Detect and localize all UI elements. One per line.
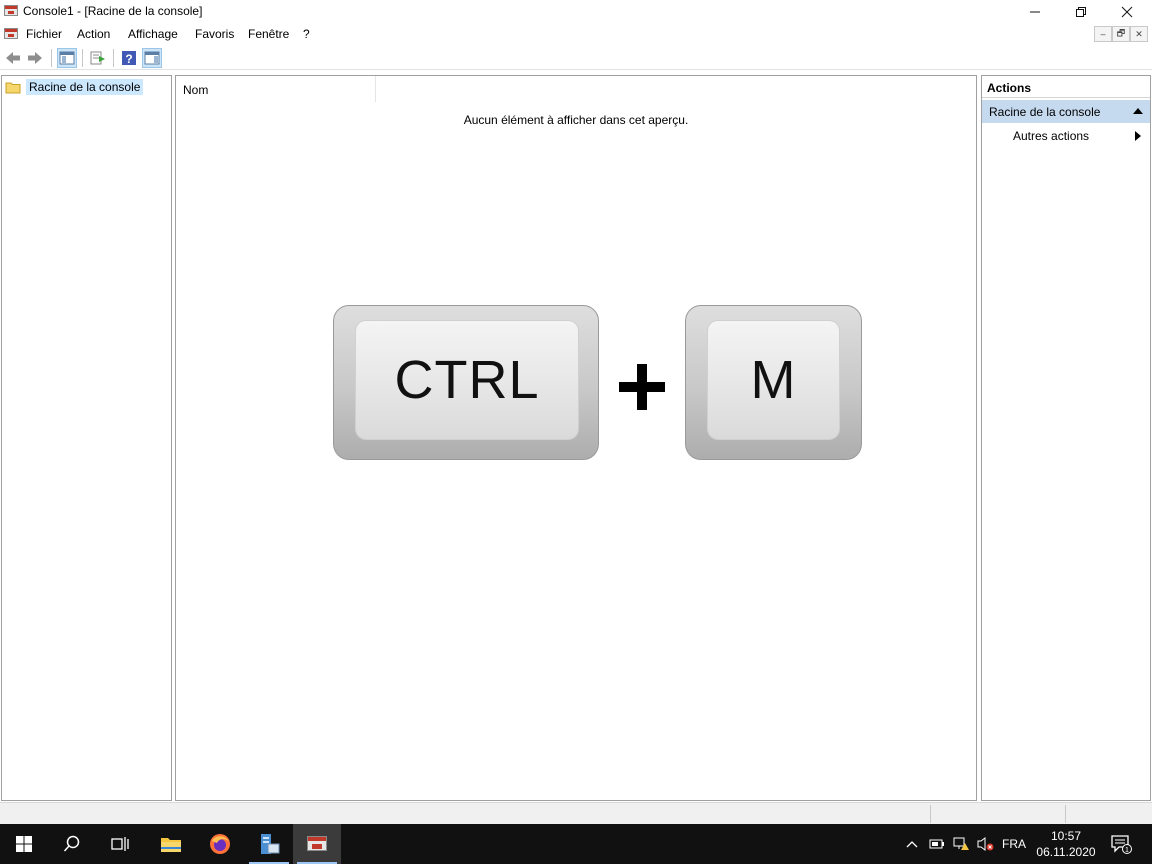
close-icon: [1121, 6, 1133, 17]
action-label: Autres actions: [1013, 129, 1090, 143]
mmc-app-icon[interactable]: [3, 3, 19, 19]
tree-item-console-root[interactable]: Racine de la console: [5, 78, 144, 96]
battery-icon: [929, 839, 944, 849]
chevron-up-icon: [906, 841, 918, 848]
actions-header: Actions: [982, 76, 1150, 98]
actions-group-label: Racine de la console: [989, 105, 1101, 119]
plus-icon: [617, 362, 667, 412]
clock-time: 10:57: [1050, 829, 1082, 843]
keyboard-shortcut-overlay: CTRL M: [333, 305, 863, 461]
network-warning-icon: [953, 837, 969, 850]
close-button[interactable]: [1104, 0, 1150, 23]
console-tree-pane: Racine de la console: [1, 75, 172, 801]
child-window-controls: – 🗗 ✕: [1094, 26, 1150, 42]
clock-date: 06.11.2020: [1036, 845, 1096, 859]
taskbar: FRA 10:57 06.11.2020 1: [0, 824, 1152, 864]
child-restore-button[interactable]: 🗗: [1112, 26, 1130, 42]
show-hide-tree-icon: [59, 51, 75, 65]
action-center-button[interactable]: 1: [1106, 824, 1136, 864]
show-hide-action-pane-button[interactable]: [142, 48, 162, 68]
search-icon: [63, 835, 80, 852]
mmc-console-icon: [307, 836, 327, 851]
toolbar-separator: [113, 49, 114, 67]
input-language-indicator[interactable]: FRA: [999, 824, 1029, 864]
menu-bar: Fichier Action Affichage Favoris Fenêtre…: [0, 23, 1152, 45]
status-separator: [1065, 805, 1066, 823]
notification-icon: 1: [1111, 835, 1132, 854]
windows-logo-icon: [16, 836, 32, 852]
minimize-icon: [1030, 11, 1040, 12]
volume-tray-button[interactable]: [974, 824, 996, 864]
collapse-up-icon[interactable]: [1133, 108, 1143, 114]
volume-muted-icon: [977, 837, 994, 851]
actions-header-label: Actions: [987, 81, 1032, 95]
child-minimize-button[interactable]: –: [1094, 26, 1112, 42]
column-header-label: Nom: [183, 83, 209, 97]
console-document-icon[interactable]: [3, 26, 19, 42]
column-header-nom[interactable]: Nom: [176, 76, 376, 102]
ctrl-key: CTRL: [333, 305, 599, 460]
title-bar[interactable]: Console1 - [Racine de la console]: [0, 0, 1152, 23]
help-icon: ?: [122, 51, 136, 66]
forward-arrow-icon: [28, 52, 42, 64]
back-arrow-icon: [6, 52, 20, 64]
show-hide-tree-button[interactable]: [57, 48, 77, 68]
m-key: M: [685, 305, 862, 460]
m-key-label: M: [708, 321, 839, 439]
action-more-actions[interactable]: Autres actions: [982, 124, 1150, 147]
restore-icon: [1076, 6, 1086, 17]
tree-item-label: Racine de la console: [26, 79, 144, 95]
window-title: Console1 - [Racine de la console]: [23, 4, 203, 18]
help-button[interactable]: ?: [119, 48, 139, 68]
menu-favoris[interactable]: Favoris: [193, 27, 236, 41]
empty-list-message: Aucun élément à afficher dans cet aperçu…: [463, 113, 689, 127]
task-view-icon: [111, 837, 129, 851]
actions-group-console-root[interactable]: Racine de la console: [982, 100, 1150, 123]
menu-action[interactable]: Action: [75, 27, 112, 41]
child-close-button[interactable]: ✕: [1130, 26, 1148, 42]
task-view-button[interactable]: [96, 824, 144, 864]
mmc-console-button[interactable]: [293, 824, 341, 864]
menu-affichage[interactable]: Affichage: [126, 27, 180, 41]
show-hide-action-pane-icon: [144, 51, 160, 65]
firefox-button[interactable]: [196, 824, 244, 864]
submenu-arrow-icon: [1135, 131, 1141, 141]
restore-button[interactable]: [1058, 0, 1104, 23]
server-manager-icon: [261, 834, 280, 854]
menu-help[interactable]: ?: [301, 27, 312, 41]
search-button[interactable]: [48, 824, 96, 864]
toolbar: ?: [0, 45, 1152, 70]
start-button[interactable]: [0, 824, 48, 864]
firefox-icon: [210, 834, 230, 854]
status-bar: [0, 802, 1152, 824]
battery-tray-button[interactable]: [926, 824, 948, 864]
file-explorer-button[interactable]: [147, 824, 195, 864]
server-manager-button[interactable]: [245, 824, 293, 864]
folder-icon: [5, 82, 21, 93]
status-separator: [930, 805, 931, 823]
export-list-button[interactable]: [88, 48, 108, 68]
toolbar-separator: [51, 49, 52, 67]
minimize-button[interactable]: [1012, 0, 1058, 23]
actions-pane: Actions Racine de la console Autres acti…: [981, 75, 1151, 801]
forward-button[interactable]: [25, 48, 45, 68]
notification-count: 1: [1125, 847, 1129, 854]
export-list-icon: [90, 51, 105, 65]
back-button[interactable]: [3, 48, 23, 68]
svg-text:?: ?: [125, 52, 132, 66]
file-explorer-icon: [161, 838, 181, 852]
toolbar-separator: [82, 49, 83, 67]
clock[interactable]: 10:57 06.11.2020: [1030, 828, 1102, 860]
result-pane: Nom Aucun élément à afficher dans cet ap…: [175, 75, 977, 801]
show-hidden-icons-button[interactable]: [902, 824, 922, 864]
menu-fenetre[interactable]: Fenêtre: [246, 27, 291, 41]
network-tray-button[interactable]: [950, 824, 972, 864]
menu-fichier[interactable]: Fichier: [24, 27, 64, 41]
ctrl-key-label: CTRL: [356, 321, 578, 439]
